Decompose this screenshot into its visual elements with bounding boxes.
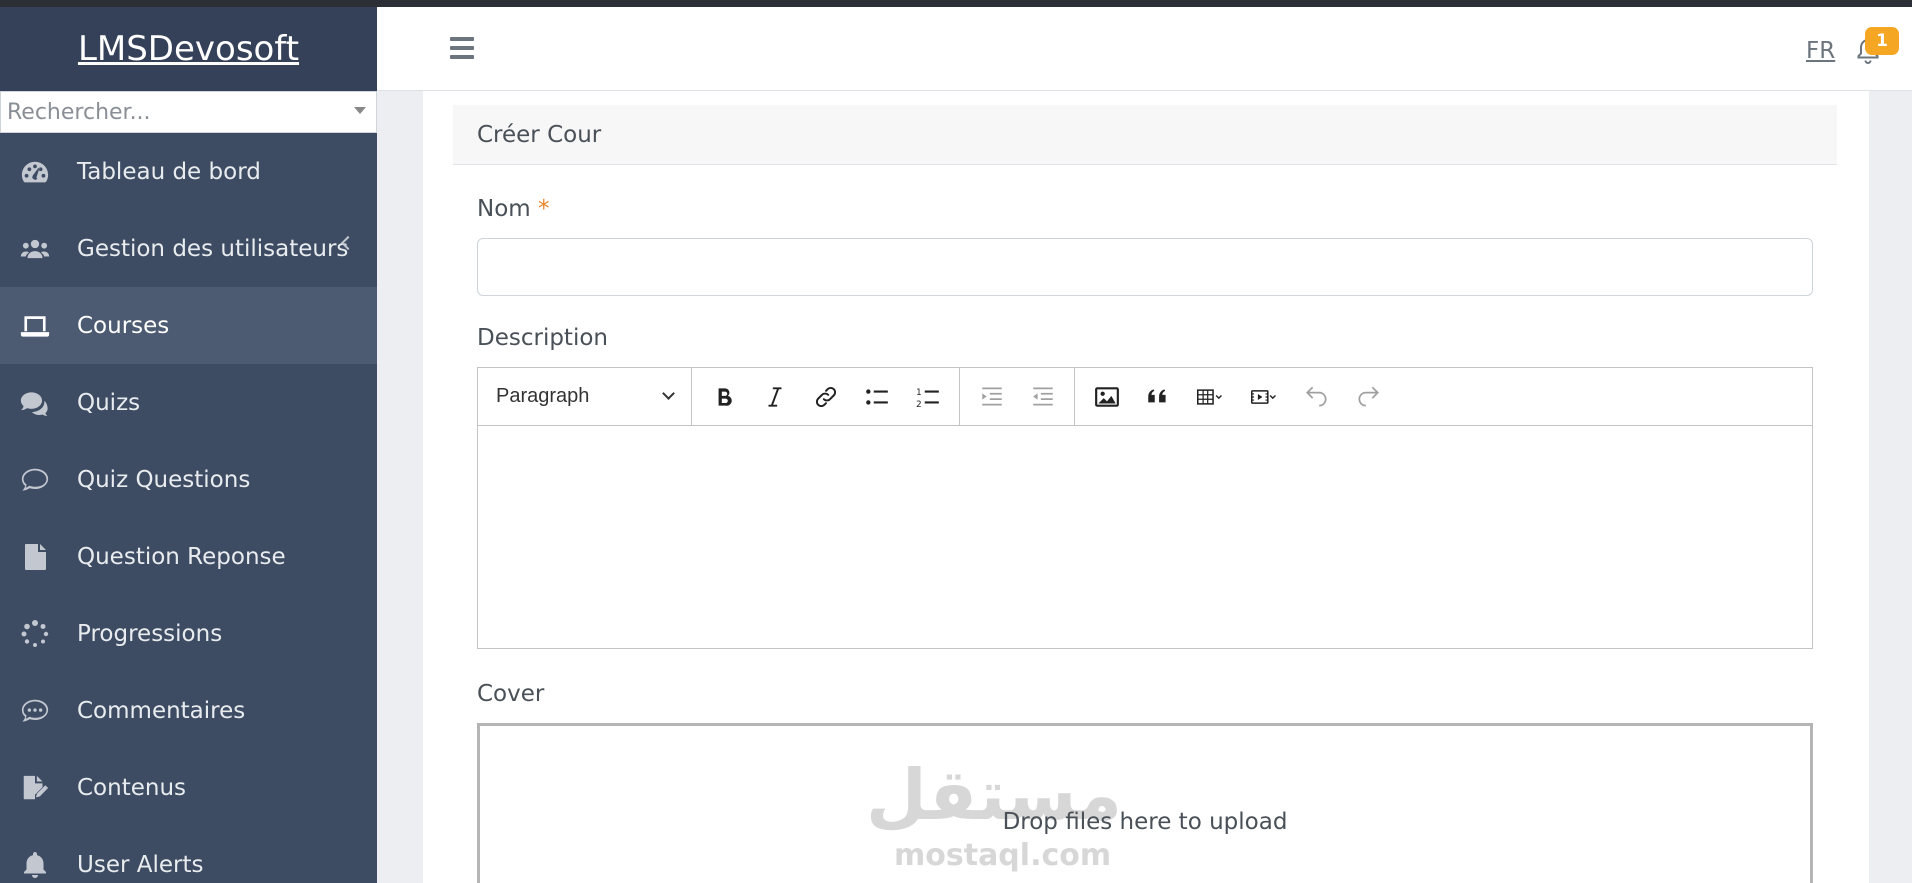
italic-icon[interactable] — [749, 377, 800, 417]
toolbar-group-insert — [1075, 368, 1399, 426]
cover-dropzone[interactable]: مستقل mostaql.com Drop files here to upl… — [477, 723, 1813, 883]
comment-dots-icon — [18, 696, 52, 726]
link-icon[interactable] — [800, 377, 851, 417]
sidebar-item-commentaires[interactable]: Commentaires — [0, 672, 377, 749]
top-header: FR 1 — [377, 7, 1912, 91]
brand-area: LMSDevosoft — [0, 7, 377, 91]
sidebar-item-progressions[interactable]: Progressions — [0, 595, 377, 672]
sidebar-item-contenus[interactable]: Contenus — [0, 749, 377, 826]
file-signature-icon — [18, 773, 52, 803]
cover-label: Cover — [477, 681, 545, 707]
decrease-indent-icon[interactable] — [1017, 377, 1068, 417]
bell-icon — [18, 850, 52, 880]
window-top-strip — [0, 0, 1912, 7]
sidebar-item-user-alerts[interactable]: User Alerts — [0, 826, 377, 883]
sidebar-item-label: Question Reponse — [77, 543, 286, 570]
rich-text-editor: Paragraph 12 — [477, 367, 1813, 649]
svg-text:1: 1 — [916, 387, 922, 397]
comment-outline-icon — [18, 465, 52, 495]
toolbar-group-formatting: 12 — [692, 367, 960, 426]
increase-indent-icon[interactable] — [966, 377, 1017, 417]
file-icon — [18, 542, 52, 572]
sidebar-item-label: Progressions — [77, 620, 223, 647]
main-content: Créer Cour Nom * Description Paragraph 1… — [423, 91, 1869, 883]
sidebar-item-tableau-de-bord[interactable]: Tableau de bord — [0, 133, 377, 210]
sidebar-item-courses[interactable]: Courses — [0, 287, 377, 364]
description-label: Description — [477, 325, 608, 351]
spinner-icon — [18, 619, 52, 649]
sidebar-item-label: Tableau de bord — [77, 158, 261, 185]
sidebar-search — [0, 91, 377, 133]
sidebar-item-label: Courses — [77, 312, 170, 339]
required-mark: * — [538, 196, 550, 222]
numbered-list-icon[interactable]: 12 — [902, 377, 953, 417]
nom-label-text: Nom — [477, 196, 531, 222]
bulleted-list-icon[interactable] — [851, 377, 902, 417]
sidebar: LMSDevosoft Tableau de bord Gestion des … — [0, 7, 377, 883]
users-group-icon — [18, 234, 52, 264]
sidebar-item-gestion-utilisateurs[interactable]: Gestion des utilisateurs — [0, 210, 377, 287]
insert-image-icon[interactable] — [1081, 377, 1132, 417]
card-title: Créer Cour — [453, 105, 1837, 165]
bold-icon[interactable] — [698, 377, 749, 417]
sidebar-item-label: Quiz Questions — [77, 466, 251, 493]
block-quote-icon[interactable] — [1132, 377, 1183, 417]
notification-count-badge: 1 — [1865, 27, 1899, 55]
sidebar-item-label: Commentaires — [77, 697, 246, 724]
insert-media-icon[interactable] — [1237, 377, 1291, 417]
brand-link[interactable]: LMSDevosoft — [78, 29, 299, 69]
editor-content-area[interactable] — [478, 426, 1812, 648]
search-dropdown-caret-icon[interactable] — [354, 107, 366, 114]
language-switch[interactable]: FR — [1806, 38, 1835, 64]
nom-input[interactable] — [477, 238, 1813, 296]
toolbar-group-indent — [960, 367, 1075, 426]
sidebar-item-label: Contenus — [77, 774, 187, 801]
sidebar-nav: Tableau de bord Gestion des utilisateurs… — [0, 133, 377, 883]
block-style-dropdown[interactable]: Paragraph — [478, 367, 692, 426]
watermark-latin: mostaql.com — [894, 838, 1112, 873]
sidebar-item-label: Gestion des utilisateurs — [77, 235, 349, 262]
sidebar-item-question-reponse[interactable]: Question Reponse — [0, 518, 377, 595]
svg-text:2: 2 — [916, 399, 922, 409]
sidebar-search-input[interactable] — [1, 92, 376, 132]
hamburger-menu-icon[interactable] — [450, 37, 474, 59]
undo-icon[interactable] — [1291, 377, 1342, 417]
insert-table-icon[interactable] — [1183, 377, 1237, 417]
redo-icon[interactable] — [1342, 377, 1393, 417]
sidebar-item-quizs[interactable]: Quizs — [0, 364, 377, 441]
comments-icon — [18, 388, 52, 418]
editor-toolbar: Paragraph 12 — [478, 367, 1812, 426]
sidebar-item-quiz-questions[interactable]: Quiz Questions — [0, 441, 377, 518]
sidebar-item-label: Quizs — [77, 389, 141, 416]
sidebar-item-label: User Alerts — [77, 851, 204, 878]
block-style-value: Paragraph — [496, 385, 590, 407]
laptop-icon — [18, 311, 52, 341]
dashboard-gauge-icon — [18, 157, 52, 187]
nom-label: Nom * — [477, 196, 550, 222]
dropzone-message: Drop files here to upload — [1002, 809, 1288, 835]
chevron-down-icon — [662, 387, 675, 400]
